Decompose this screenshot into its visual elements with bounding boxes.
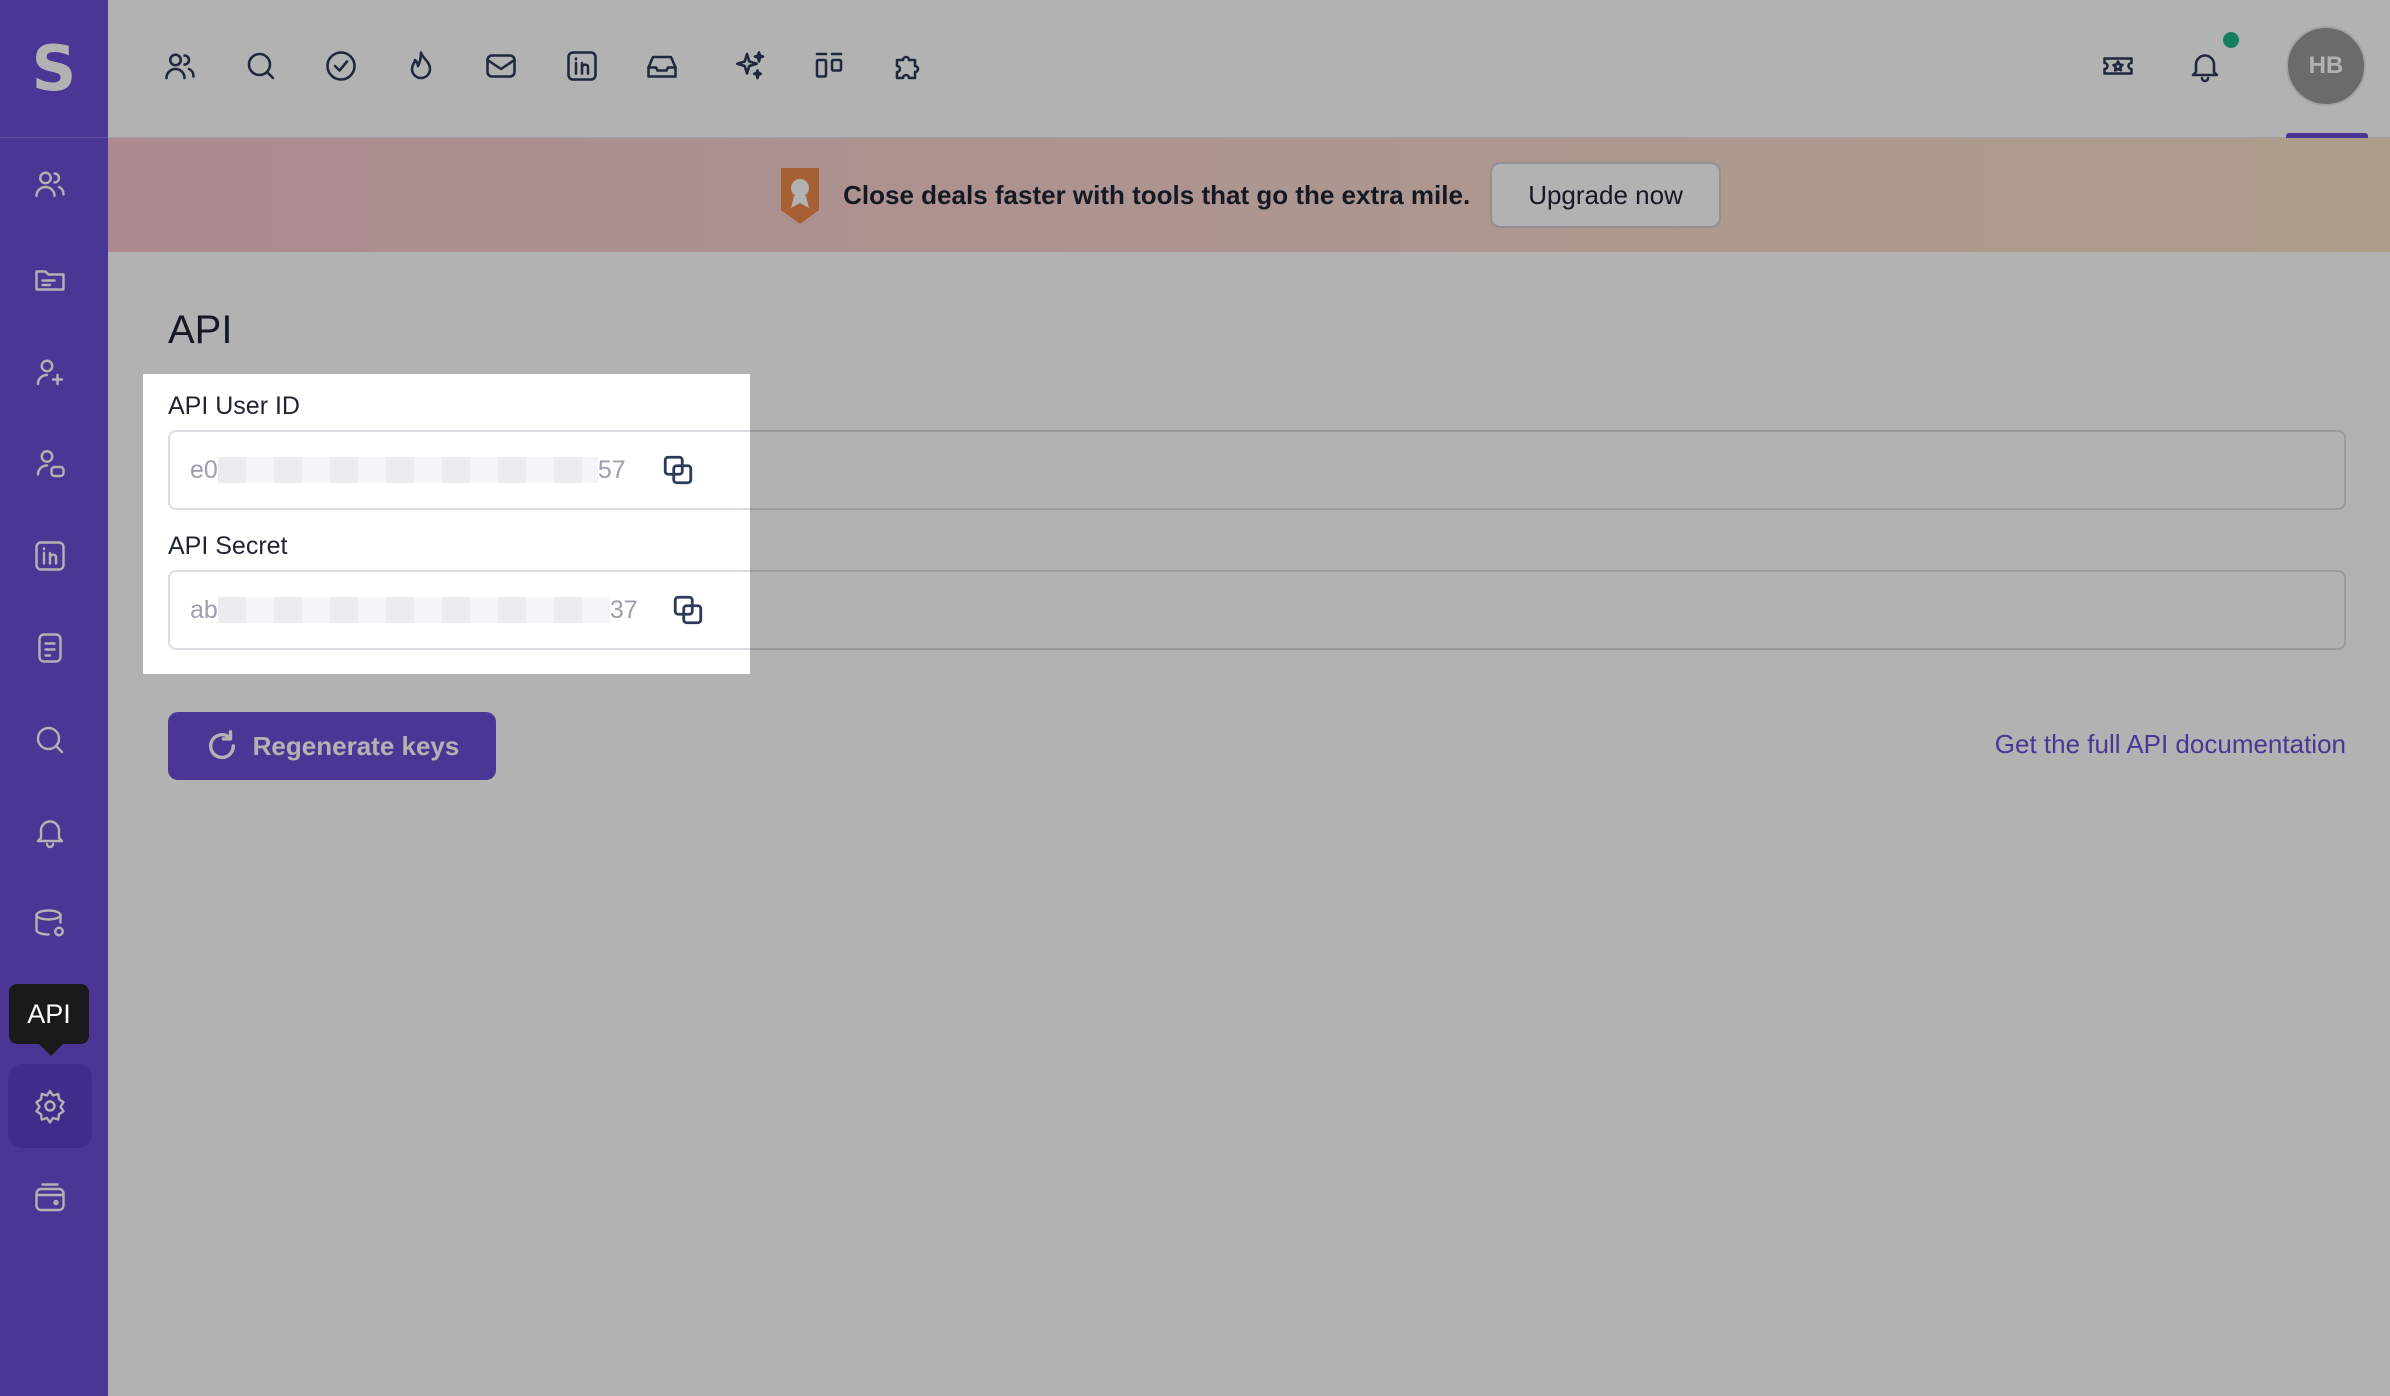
search-icon <box>36 726 64 754</box>
sidebar-tooltip: API <box>9 984 89 1056</box>
nav-linkedin-button[interactable] <box>552 39 612 93</box>
nav-hot-leads-button[interactable] <box>391 39 451 93</box>
api-user-id-end: 57 <box>597 455 626 484</box>
api-user-id-label: API User ID <box>168 392 300 420</box>
sidebar-item-billing[interactable] <box>8 1156 92 1240</box>
nav-tasks-button[interactable] <box>311 39 371 93</box>
sparkles-icon <box>735 51 765 80</box>
api-secret-start: ab <box>190 595 218 624</box>
nav-search-button[interactable] <box>231 39 291 93</box>
sidebar-item-search[interactable] <box>8 698 92 782</box>
bell-icon <box>36 820 64 849</box>
regenerate-keys-button[interactable]: Regenerate keys <box>168 712 496 780</box>
notification-dot <box>2220 29 2242 51</box>
sidebar-item-add-contact[interactable] <box>8 330 92 414</box>
nav-contacts-button[interactable] <box>150 39 210 93</box>
api-user-id-field[interactable]: e0 57 <box>168 430 2346 510</box>
nav-inbox-button[interactable] <box>632 39 692 93</box>
app-logo[interactable]: S <box>0 0 108 138</box>
user-avatar[interactable]: HB <box>2286 26 2366 106</box>
sidebar-item-notes[interactable] <box>8 606 92 690</box>
api-secret-masked <box>217 597 610 623</box>
search-icon <box>247 52 275 80</box>
puzzle-icon <box>895 55 920 80</box>
api-user-id-masked <box>217 457 598 483</box>
api-documentation-link[interactable]: Get the full API documentation <box>1995 729 2346 760</box>
nav-mail-button[interactable] <box>471 39 531 93</box>
nav-ticket-button[interactable] <box>2088 39 2148 93</box>
sidebar: S <box>0 0 108 1396</box>
sidebar-item-settings[interactable] <box>8 1064 92 1148</box>
linkedin-icon <box>35 541 65 571</box>
sidebar-item-team[interactable] <box>8 422 92 506</box>
upgrade-now-button[interactable]: Upgrade now <box>1490 162 1721 228</box>
check-circle-icon <box>326 51 356 81</box>
api-secret-end: 37 <box>609 595 638 624</box>
regenerate-keys-label: Regenerate keys <box>252 730 460 761</box>
kanban-icon <box>815 52 843 78</box>
refresh-icon <box>208 730 235 760</box>
copy-icon <box>663 455 693 485</box>
sidebar-item-contacts[interactable] <box>8 142 92 226</box>
api-secret-label: API Secret <box>168 532 288 560</box>
database-icon <box>35 909 64 937</box>
folder-icon <box>35 270 65 291</box>
user-group-icon <box>36 450 65 478</box>
nav-pipeline-button[interactable] <box>799 39 859 93</box>
award-badge-icon <box>781 168 820 224</box>
document-icon <box>38 633 62 663</box>
bell-icon <box>2191 54 2219 83</box>
copy-user-id-button[interactable] <box>658 450 698 490</box>
upgrade-banner: Close deals faster with tools that go th… <box>108 138 2390 252</box>
inbox-icon <box>647 55 677 78</box>
api-user-id-start: e0 <box>190 455 218 484</box>
page-title: API <box>168 308 233 352</box>
sidebar-item-notifications[interactable] <box>8 790 92 874</box>
sidebar-item-campaigns[interactable] <box>8 237 92 321</box>
ticket-icon <box>2103 57 2133 75</box>
linkedin-icon <box>567 51 597 81</box>
api-secret-field[interactable]: ab 37 <box>168 570 2346 650</box>
wallet-icon <box>35 1183 65 1212</box>
users-icon <box>35 171 65 198</box>
user-plus-icon <box>36 359 64 386</box>
banner-text: Close deals faster with tools that go th… <box>843 179 1471 210</box>
sidebar-item-linkedin[interactable] <box>8 514 92 598</box>
users-icon <box>165 53 195 80</box>
copy-secret-button[interactable] <box>668 590 708 630</box>
copy-icon <box>673 595 703 625</box>
gear-icon <box>35 1089 65 1124</box>
sidebar-item-integrations[interactable] <box>8 882 92 966</box>
flame-icon <box>410 51 432 80</box>
nav-ai-button[interactable] <box>720 39 780 93</box>
nav-integrations-button[interactable] <box>879 39 939 93</box>
mail-icon <box>486 54 516 78</box>
